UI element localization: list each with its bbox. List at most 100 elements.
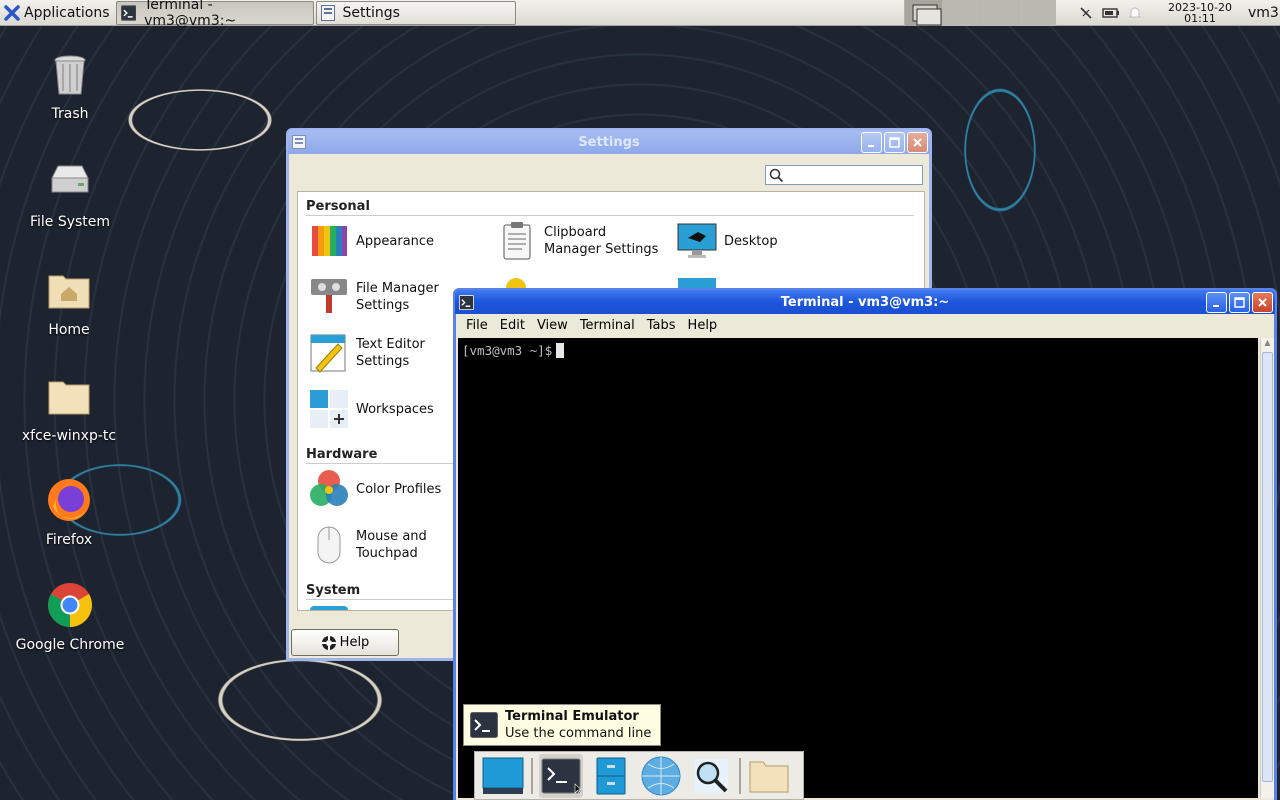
chrome-icon [48, 583, 92, 627]
desktop-icon-trash[interactable]: Trash [15, 50, 125, 122]
dock-app-finder[interactable] [689, 754, 733, 798]
terminal-scrollbar[interactable]: ▲ [1260, 338, 1274, 798]
scroll-up-icon[interactable]: ▲ [1261, 338, 1274, 352]
menu-tabs[interactable]: Tabs [641, 318, 682, 333]
desktop-icon-label: Firefox [45, 532, 93, 548]
terminal-cursor [556, 343, 565, 358]
help-lifebuoy-icon [321, 635, 336, 650]
clock-time: 01:11 [1184, 12, 1216, 25]
settings-item-label: Color Profiles [356, 481, 442, 497]
dock-separator [739, 757, 741, 794]
dock-web-browser[interactable] [639, 754, 683, 798]
settings-close-button[interactable] [907, 132, 928, 153]
settings-item-appearance[interactable]: Appearance [308, 220, 434, 262]
settings-item-label: Desktop [724, 233, 778, 249]
magnifier-search-icon [694, 758, 728, 793]
terminal-close-button[interactable] [1252, 292, 1273, 313]
file-manager-settings-icon [311, 279, 347, 313]
menu-edit[interactable]: Edit [494, 318, 531, 333]
taskbar-settings-label: Settings [342, 4, 400, 21]
user-menu[interactable]: vm3 [1248, 5, 1279, 21]
applications-menu-button[interactable]: Applications [0, 0, 116, 26]
network-disconnected-icon[interactable] [1078, 5, 1094, 21]
dock-terminal-emulator[interactable] [539, 753, 583, 798]
workspace-pager[interactable] [904, 0, 1056, 26]
help-label: Help [339, 635, 370, 650]
desktop-icon-firefox[interactable]: Firefox [14, 476, 124, 548]
maximize-icon [1234, 297, 1245, 308]
dock-show-desktop[interactable] [481, 754, 525, 798]
minimize-icon [867, 144, 874, 147]
settings-item-label: Appearance [356, 233, 435, 249]
workspace-3[interactable] [980, 0, 1018, 26]
taskbar-terminal-button[interactable]: Terminal - vm3@vm3:~ [115, 0, 314, 29]
scrollbar-thumb[interactable] [1262, 352, 1273, 782]
settings-minimize-button[interactable] [861, 132, 882, 153]
mouse-icon [317, 526, 341, 564]
minimize-icon [1212, 304, 1219, 307]
battery-icon[interactable] [1102, 6, 1120, 20]
desktop-icon-file-system[interactable]: File System [15, 158, 125, 230]
appearance-palette-icon [312, 226, 347, 256]
window-miniature-icon [912, 4, 942, 26]
settings-help-button[interactable]: Help [291, 629, 399, 656]
bottom-dock [474, 751, 804, 800]
terminal-icon [470, 712, 498, 738]
desktop-icon-label: Google Chrome [15, 637, 125, 653]
clock[interactable]: 2023-10-20 01:11 [1160, 2, 1240, 24]
settings-window-icon [320, 4, 335, 21]
terminal-maximize-button[interactable] [1229, 292, 1250, 313]
top-panel: Applications Terminal - vm3@vm3:~ Settin… [0, 0, 1280, 29]
desktop-icon-label: xfce-winxp-tc [21, 428, 117, 444]
terminal-titlebar[interactable]: Terminal - vm3@vm3:~ [455, 290, 1275, 314]
terminal-icon [541, 758, 581, 794]
settings-maximize-button[interactable] [884, 132, 905, 153]
web-browser-globe-icon [641, 756, 681, 795]
dock-separator [531, 757, 533, 794]
desktop-icon-label: Home [48, 322, 90, 338]
notification-bell-icon[interactable] [1128, 5, 1142, 21]
desktop-icon-google-chrome[interactable]: Google Chrome [15, 581, 125, 653]
close-icon [913, 138, 922, 147]
tooltip-subtitle: Use the command line [505, 726, 652, 741]
desktop-icon-home[interactable]: Home [14, 266, 124, 338]
settings-item-color-profiles[interactable]: Color Profiles [308, 468, 441, 510]
dock-file-manager[interactable] [589, 754, 633, 798]
text-editor-icon [310, 334, 346, 373]
desktop-icon-xfce-winxp-tc[interactable]: xfce-winxp-tc [14, 372, 124, 444]
settings-item-label: Workspaces [356, 401, 434, 417]
search-icon [769, 168, 784, 183]
menu-terminal[interactable]: Terminal [574, 318, 641, 333]
taskbar-terminal-label: Terminal - vm3@vm3:~ [144, 0, 237, 29]
menu-file[interactable]: File [460, 318, 494, 333]
xfce-logo-icon [4, 4, 20, 21]
workspace-1[interactable] [904, 0, 942, 26]
settings-title: Settings [578, 134, 640, 150]
folder-icon [48, 381, 90, 415]
file-cabinet-icon [596, 757, 626, 794]
settings-item-workspaces[interactable]: Workspaces [308, 388, 434, 430]
show-desktop-icon [482, 757, 524, 794]
workspace-2[interactable] [942, 0, 980, 26]
clipboard-icon [503, 222, 531, 260]
taskbar-settings-button[interactable]: Settings [315, 0, 516, 25]
settings-item-desktop[interactable]: Desktop [676, 220, 778, 262]
partial-hidden-icon [310, 606, 348, 610]
menu-view[interactable]: View [531, 318, 574, 333]
maximize-icon [889, 137, 900, 148]
terminal-icon [120, 4, 137, 21]
settings-titlebar[interactable]: Settings [288, 130, 930, 154]
terminal-prompt: [vm3@vm3 ~]$ [462, 343, 553, 358]
workspace-4[interactable] [1018, 0, 1056, 26]
harddisk-icon [51, 165, 89, 193]
settings-search-input[interactable] [765, 165, 923, 185]
terminal-menubar: File Edit View Terminal Tabs Help [456, 314, 1274, 336]
dock-home-folder[interactable] [747, 754, 791, 798]
system-tray [1078, 0, 1142, 26]
desktop-monitor-icon [677, 223, 717, 258]
settings-item-partial-hidden-3[interactable] [308, 604, 356, 610]
trash-icon [54, 55, 86, 95]
terminal-minimize-button[interactable] [1206, 292, 1227, 313]
settings-item-clipboard-manager[interactable]: Clipboard Manager Settings [496, 220, 666, 262]
menu-help[interactable]: Help [682, 318, 724, 333]
